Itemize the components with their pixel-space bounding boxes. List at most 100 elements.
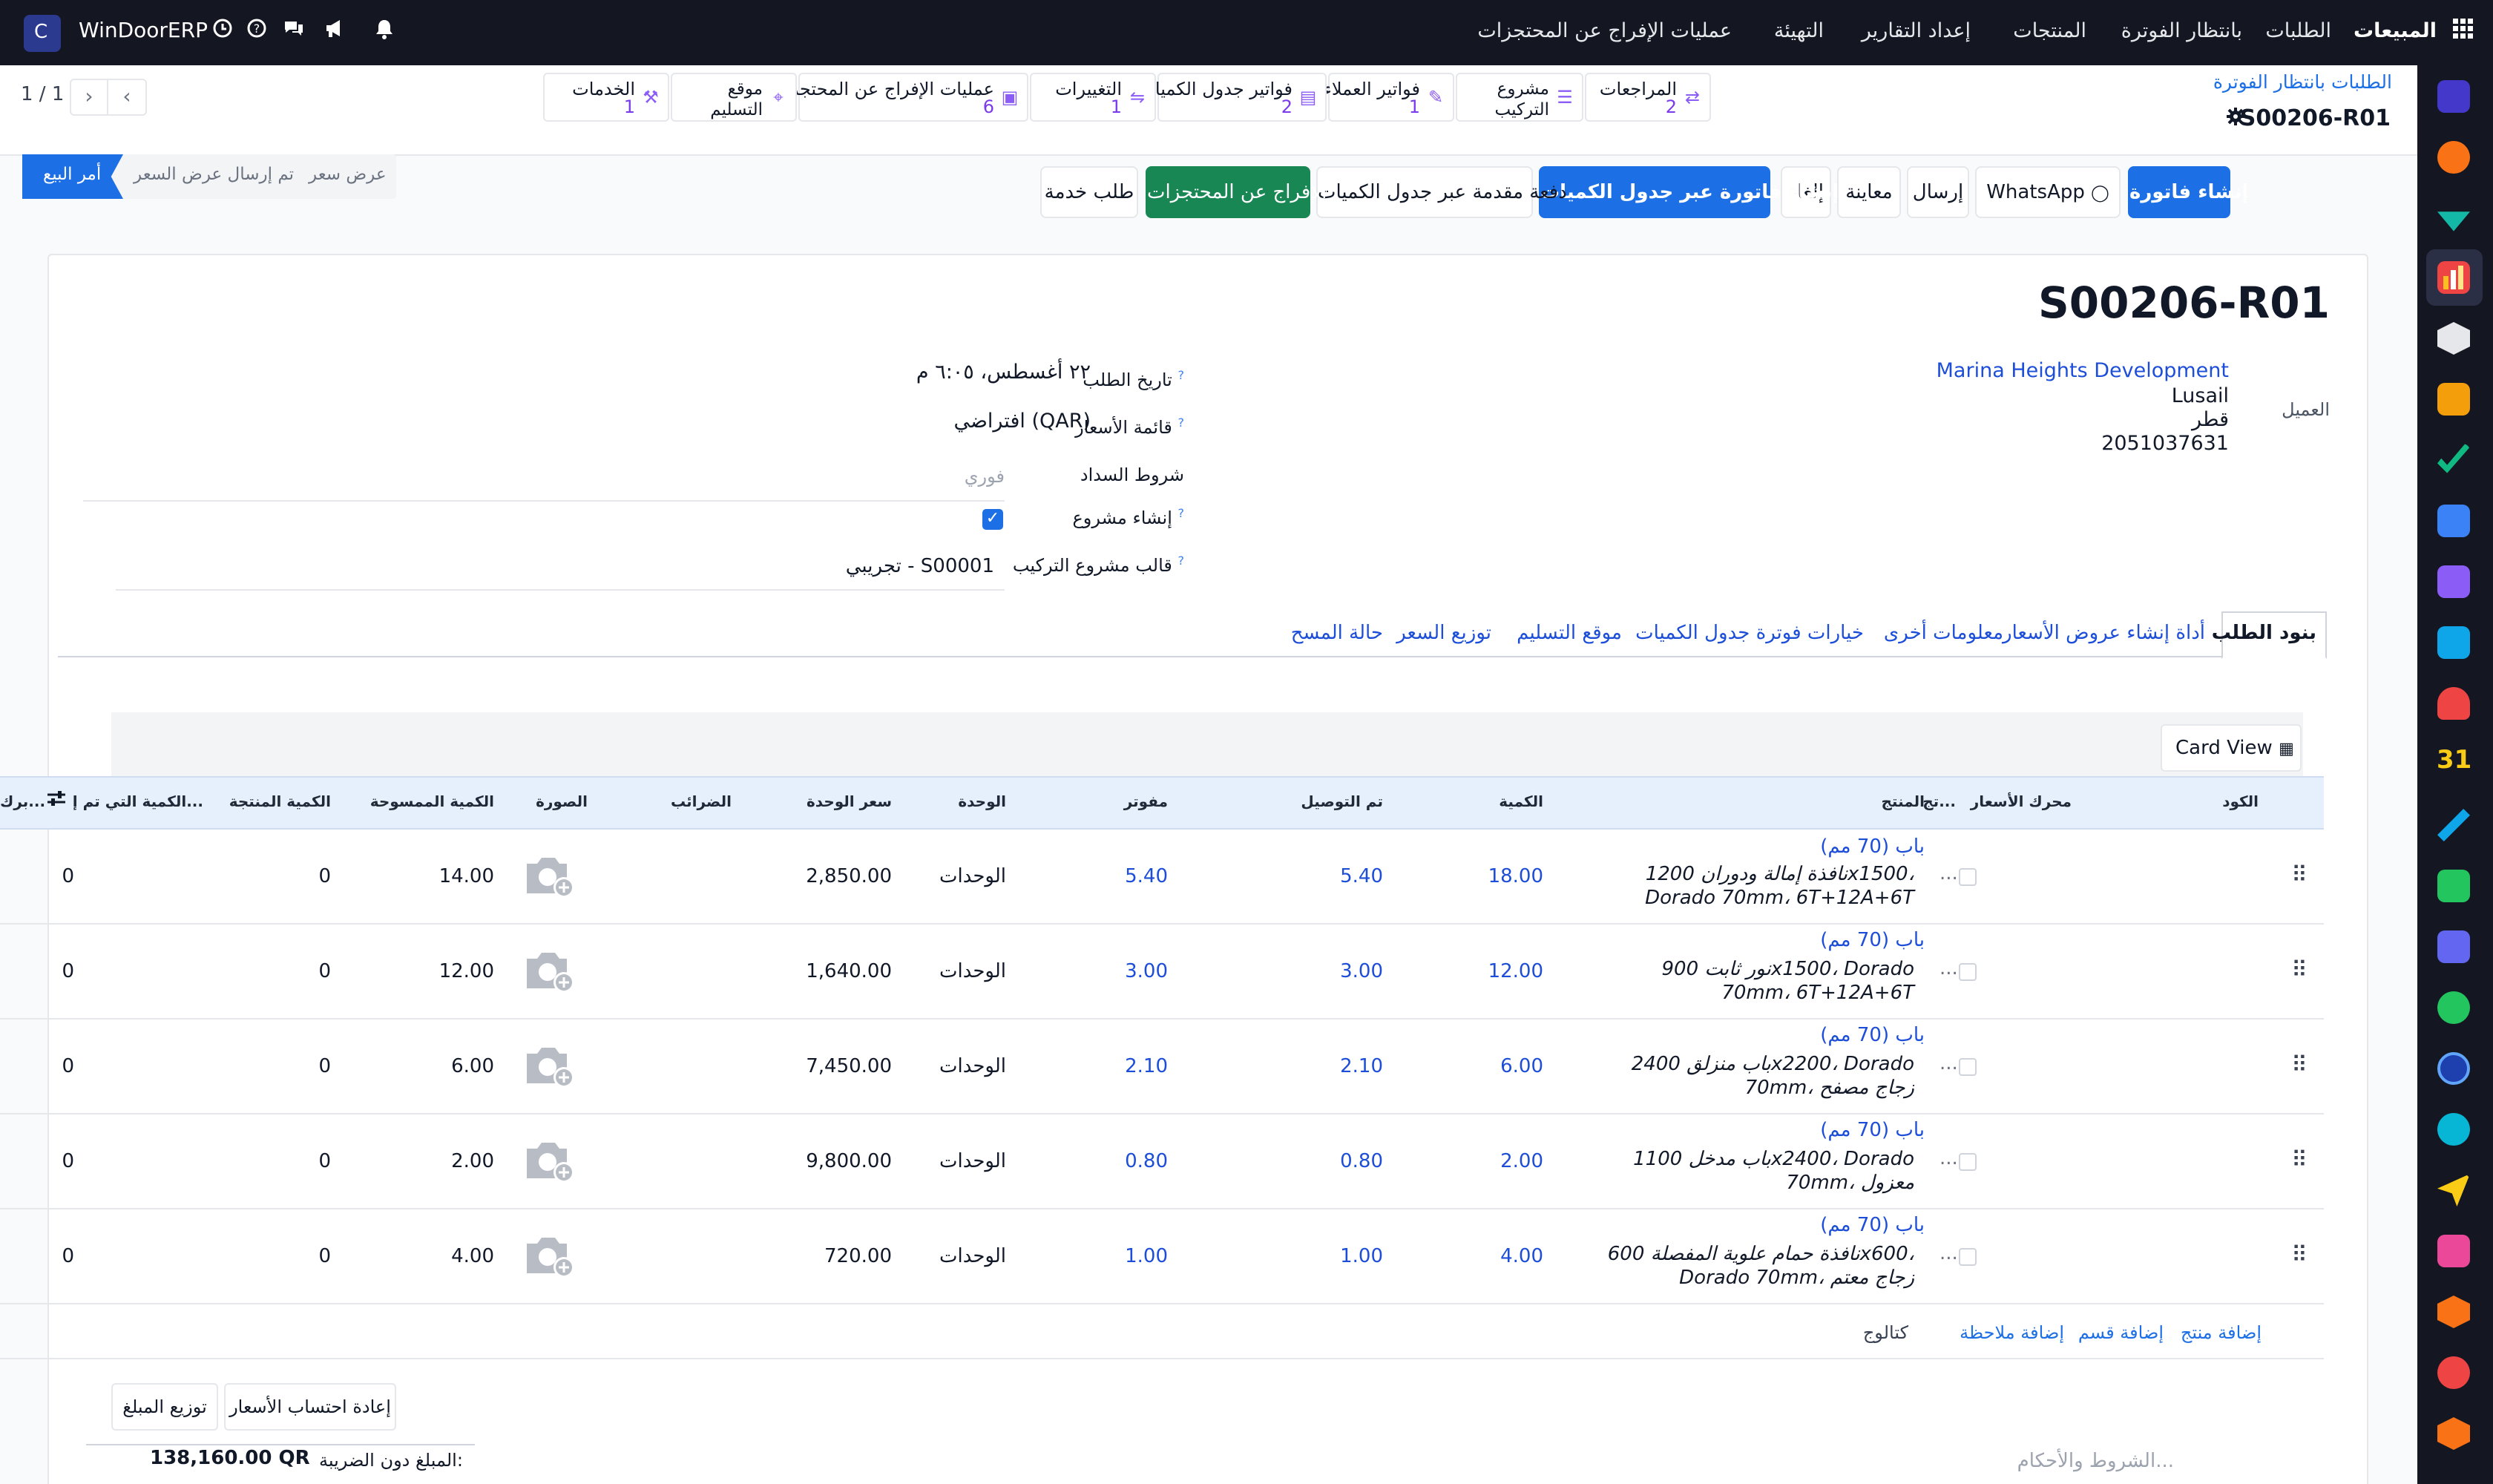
col-unit[interactable]: الوحدة xyxy=(958,792,1006,810)
bell-icon[interactable] xyxy=(371,18,398,45)
employees-app-icon[interactable] xyxy=(2437,687,2470,720)
row-unit-price[interactable]: 7,450.00 xyxy=(806,1055,892,1077)
stat-delivery-location[interactable]: ⌖ موقع التسليم xyxy=(671,73,797,122)
breadcrumb-parent[interactable]: الطلبات بانتظار الفوترة xyxy=(2213,71,2392,93)
clock-icon[interactable] xyxy=(209,18,236,45)
customer-name[interactable]: Marina Heights Development xyxy=(1937,359,2229,382)
tab-delivery-location[interactable]: موقع التسليم xyxy=(1517,622,1622,644)
row-qty[interactable]: 6.00 xyxy=(1500,1055,1543,1077)
gear-icon[interactable] xyxy=(2226,107,2247,128)
distribute-amount-button[interactable]: توزيع المبلغ xyxy=(111,1383,218,1431)
drag-handle-icon[interactable]: ⠿ xyxy=(2291,1242,2309,1268)
col-code[interactable]: الكود xyxy=(2222,792,2259,810)
catalog-link[interactable]: كتالوج xyxy=(1863,1322,1908,1343)
col-price-engine[interactable]: محرك الأسعار xyxy=(1971,792,2072,810)
app-title[interactable]: المبيعات xyxy=(2354,19,2437,42)
row-product-desc[interactable]: باب مدخل 1100x2400، Dorado 70mm، معزول xyxy=(1588,1147,1914,1195)
announcement-icon[interactable] xyxy=(322,18,349,45)
accounting-app-icon[interactable] xyxy=(2437,626,2470,659)
service-request-button[interactable]: طلب خدمة xyxy=(1040,166,1138,218)
status-quotation-sent[interactable]: تم إرسال عرض السعر xyxy=(134,165,294,184)
col-unit-price[interactable]: سعر الوحدة xyxy=(807,792,892,810)
help-icon[interactable]: ? xyxy=(243,18,270,45)
add-photo-icon[interactable] xyxy=(524,1043,579,1089)
row-unit[interactable]: الوحدات xyxy=(939,1245,1006,1267)
row-more[interactable]: ... xyxy=(1939,1147,1958,1169)
row-qty[interactable]: 12.00 xyxy=(1488,960,1543,982)
row-unit-price[interactable]: 2,850.00 xyxy=(806,865,892,887)
row-product-title[interactable]: باب (70 مم) xyxy=(1820,929,1925,951)
row-checkbox[interactable] xyxy=(1959,1153,1977,1171)
menu-retention-releases[interactable]: عمليات الإفراج عن المحتجزات xyxy=(1477,19,1732,42)
row-checkbox[interactable] xyxy=(1959,1058,1977,1076)
row-more[interactable]: ... xyxy=(1939,1052,1958,1074)
row-unit-price[interactable]: 720.00 xyxy=(824,1245,892,1267)
terms-placeholder[interactable]: الشروط والأحكام... xyxy=(2017,1450,2174,1472)
tab-order-lines[interactable]: بنود الطلب xyxy=(2212,622,2316,644)
manufacturing-app-icon[interactable] xyxy=(2437,383,2470,416)
status-quotation[interactable]: عرض سعر xyxy=(309,165,387,184)
tab-quote-builder[interactable]: أداة إنشاء عروض الأسعار xyxy=(2003,622,2205,644)
payment-terms-field[interactable]: فوري xyxy=(83,460,1005,502)
col-tj[interactable]: تج... xyxy=(1922,792,1956,810)
stat-retention-releases[interactable]: ▣ عمليات الإفراج عن المحتجزات 6 xyxy=(768,73,1028,122)
stat-revisions[interactable]: ⇄ المراجعات 2 xyxy=(1585,73,1711,122)
timesheet-app-icon[interactable] xyxy=(2437,1052,2470,1085)
row-qty[interactable]: 4.00 xyxy=(1500,1245,1543,1267)
row-product-title[interactable]: باب (70 مم) xyxy=(1820,835,1925,858)
add-photo-icon[interactable] xyxy=(524,1138,579,1184)
col-extra[interactable]: برك... xyxy=(0,792,45,810)
preview-button[interactable]: معاينة xyxy=(1837,166,1901,218)
mail-app-icon[interactable] xyxy=(2437,80,2470,113)
row-product-title[interactable]: باب (70 مم) xyxy=(1820,1119,1925,1141)
pager-prev-button[interactable]: ‹ xyxy=(108,79,147,116)
col-remaining-qty[interactable]: الكمية التي تم إ... xyxy=(73,792,203,810)
row-product-desc[interactable]: نافذة حمام علوية المفصلة 600x600، Dorado… xyxy=(1588,1242,1914,1290)
discuss-app-icon[interactable] xyxy=(2437,141,2470,174)
row-product-title[interactable]: باب (70 مم) xyxy=(1820,1024,1925,1046)
row-more[interactable]: ... xyxy=(1939,957,1958,979)
website-app-icon[interactable] xyxy=(2437,1113,2470,1146)
boq-down-payment-button[interactable]: دفعة مقدمة عبر جدول الكميات xyxy=(1316,166,1567,218)
row-checkbox[interactable] xyxy=(1959,868,1977,886)
row-unit-price[interactable]: 1,640.00 xyxy=(806,960,892,982)
row-product-desc[interactable]: نور ثابت 900x1500، Dorado 70mm، 6T+12A+6… xyxy=(1588,957,1915,1005)
add-note-link[interactable]: إضافة ملاحظة xyxy=(1960,1322,2064,1343)
col-delivered[interactable]: تم التوصيل xyxy=(1301,792,1383,810)
row-more[interactable]: ... xyxy=(1939,862,1958,884)
drag-handle-icon[interactable]: ⠿ xyxy=(2291,862,2309,888)
row-qty[interactable]: 18.00 xyxy=(1488,865,1543,887)
col-image[interactable]: الصورة xyxy=(536,792,588,810)
company-logo[interactable]: C xyxy=(24,15,61,52)
send-button[interactable]: إرسال xyxy=(1907,166,1969,218)
menu-products[interactable]: المنتجات xyxy=(2013,19,2086,42)
menu-configuration[interactable]: التهيئة xyxy=(1774,19,1824,42)
pager-next-button[interactable]: › xyxy=(70,79,108,116)
template-field[interactable]: تجريبي - S00001 xyxy=(116,549,1005,591)
row-product-desc[interactable]: باب منزلق 2400x2200، Dorado 70mm، زجاج م… xyxy=(1588,1052,1914,1100)
drag-handle-icon[interactable]: ⠿ xyxy=(2291,1052,2309,1078)
stat-install-project[interactable]: ☰ مشروع التركيب xyxy=(1456,73,1583,122)
boq-invoice-button[interactable]: إنشاء فاتورة عبر جدول الكميات xyxy=(1539,166,1839,218)
row-unit[interactable]: الوحدات xyxy=(939,1055,1006,1077)
row-checkbox[interactable] xyxy=(1959,963,1977,981)
recompute-prices-button[interactable]: إعادة احتساب الأسعار xyxy=(224,1383,396,1431)
menu-orders[interactable]: الطلبات xyxy=(2265,19,2331,42)
drag-handle-icon[interactable]: ⠿ xyxy=(2291,957,2309,983)
stat-services[interactable]: ⚒ الخدمات 1 xyxy=(543,73,669,122)
whatsapp-app-icon[interactable] xyxy=(2437,991,2470,1024)
documents-app-icon[interactable] xyxy=(2437,505,2470,537)
calendar-app-icon[interactable]: 31 xyxy=(2437,745,2472,778)
create-project-checkbox[interactable]: ✓ xyxy=(982,509,1003,530)
col-taxes[interactable]: الضرائب xyxy=(671,792,732,810)
menu-reporting[interactable]: إعداد التقارير xyxy=(1862,19,1971,42)
col-invoiced[interactable]: مفوتر xyxy=(1124,792,1168,810)
row-unit-price[interactable]: 9,800.00 xyxy=(806,1150,892,1172)
col-surveyed-qty[interactable]: الكمية الممسوحة xyxy=(370,792,494,810)
create-invoice-button[interactable]: إنشاء فاتورة xyxy=(2128,166,2248,218)
add-photo-icon[interactable] xyxy=(524,853,579,899)
invoicing-app-icon[interactable] xyxy=(2437,1235,2470,1267)
add-section-link[interactable]: إضافة قسم xyxy=(2078,1322,2164,1343)
row-unit[interactable]: الوحدات xyxy=(939,1150,1006,1172)
pager-value[interactable]: 1 / 1 xyxy=(21,83,64,105)
